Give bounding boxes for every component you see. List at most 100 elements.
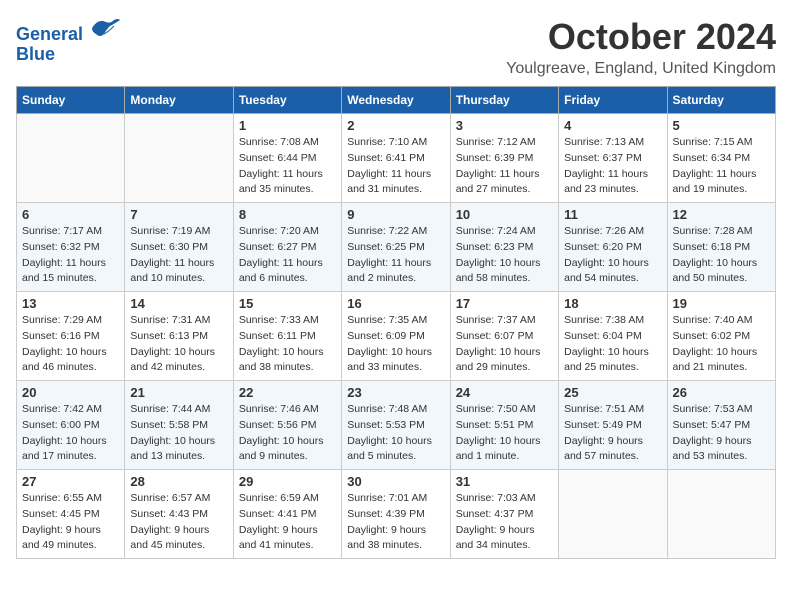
day-number: 26 [673, 385, 770, 400]
calendar-cell: 13Sunrise: 7:29 AMSunset: 6:16 PMDayligh… [17, 292, 125, 381]
calendar-week-row: 6 Sunrise: 7:17 AMSunset: 6:32 PMDaylight… [17, 203, 776, 292]
calendar-cell: 22 Sunrise: 7:46 AMSunset: 5:56 PMDayligh… [233, 381, 341, 470]
logo-bird-icon [90, 16, 120, 40]
day-number: 24 [456, 385, 553, 400]
calendar-cell: 11 Sunrise: 7:26 AMSunset: 6:20 PMDayligh… [559, 203, 667, 292]
day-detail: Sunrise: 7:48 AMSunset: 5:53 PMDaylight:… [347, 402, 444, 465]
day-detail: Sunrise: 7:35 AMSunset: 6:09 PMDaylight:… [347, 313, 444, 376]
calendar-cell: 14 Sunrise: 7:31 AMSunset: 6:13 PMDayligh… [125, 292, 233, 381]
day-detail: Sunrise: 6:59 AMSunset: 4:41 PMDaylight:… [239, 491, 336, 554]
calendar-cell: 21 Sunrise: 7:44 AMSunset: 5:58 PMDayligh… [125, 381, 233, 470]
day-detail: Sunrise: 7:10 AMSunset: 6:41 PMDaylight:… [347, 135, 444, 198]
calendar-cell: 17 Sunrise: 7:37 AMSunset: 6:07 PMDayligh… [450, 292, 558, 381]
calendar-cell: 26 Sunrise: 7:53 AMSunset: 5:47 PMDayligh… [667, 381, 775, 470]
calendar-cell: 19Sunrise: 7:40 AMSunset: 6:02 PMDayligh… [667, 292, 775, 381]
day-detail: Sunrise: 7:51 AMSunset: 5:49 PMDaylight:… [564, 402, 661, 465]
calendar-cell: 1 Sunrise: 7:08 AMSunset: 6:44 PMDaylight… [233, 114, 341, 203]
calendar-cell: 30Sunrise: 7:01 AMSunset: 4:39 PMDayligh… [342, 470, 450, 559]
calendar-cell: 12Sunrise: 7:28 AMSunset: 6:18 PMDayligh… [667, 203, 775, 292]
day-number: 27 [22, 474, 119, 489]
calendar-cell: 10 Sunrise: 7:24 AMSunset: 6:23 PMDayligh… [450, 203, 558, 292]
calendar-cell: 23 Sunrise: 7:48 AMSunset: 5:53 PMDayligh… [342, 381, 450, 470]
day-number: 10 [456, 207, 553, 222]
day-number: 31 [456, 474, 553, 489]
calendar-cell: 3 Sunrise: 7:12 AMSunset: 6:39 PMDaylight… [450, 114, 558, 203]
day-number: 22 [239, 385, 336, 400]
day-detail: Sunrise: 7:42 AMSunset: 6:00 PMDaylight:… [22, 402, 119, 465]
day-detail: Sunrise: 7:15 AMSunset: 6:34 PMDaylight:… [673, 135, 770, 198]
col-header-tuesday: Tuesday [233, 87, 341, 114]
col-header-friday: Friday [559, 87, 667, 114]
day-detail: Sunrise: 7:50 AMSunset: 5:51 PMDaylight:… [456, 402, 553, 465]
day-number: 30 [347, 474, 444, 489]
calendar-table: SundayMondayTuesdayWednesdayThursdayFrid… [16, 86, 776, 559]
day-number: 21 [130, 385, 227, 400]
calendar-week-row: 1 Sunrise: 7:08 AMSunset: 6:44 PMDaylight… [17, 114, 776, 203]
day-detail: Sunrise: 7:37 AMSunset: 6:07 PMDaylight:… [456, 313, 553, 376]
col-header-wednesday: Wednesday [342, 87, 450, 114]
logo-blue: Blue [16, 44, 55, 64]
day-detail: Sunrise: 7:12 AMSunset: 6:39 PMDaylight:… [456, 135, 553, 198]
calendar-cell: 2Sunrise: 7:10 AMSunset: 6:41 PMDaylight… [342, 114, 450, 203]
calendar-cell: 7 Sunrise: 7:19 AMSunset: 6:30 PMDaylight… [125, 203, 233, 292]
day-number: 15 [239, 296, 336, 311]
month-title: October 2024 [506, 16, 776, 58]
calendar-header-row: SundayMondayTuesdayWednesdayThursdayFrid… [17, 87, 776, 114]
calendar-cell: 8 Sunrise: 7:20 AMSunset: 6:27 PMDaylight… [233, 203, 341, 292]
day-number: 1 [239, 118, 336, 133]
day-number: 19 [673, 296, 770, 311]
calendar-cell: 29 Sunrise: 6:59 AMSunset: 4:41 PMDayligh… [233, 470, 341, 559]
day-number: 17 [456, 296, 553, 311]
day-number: 6 [22, 207, 119, 222]
calendar-cell: 27 Sunrise: 6:55 AMSunset: 4:45 PMDayligh… [17, 470, 125, 559]
day-detail: Sunrise: 7:46 AMSunset: 5:56 PMDaylight:… [239, 402, 336, 465]
day-number: 16 [347, 296, 444, 311]
logo: General Blue [16, 16, 120, 65]
day-number: 29 [239, 474, 336, 489]
day-detail: Sunrise: 7:03 AMSunset: 4:37 PMDaylight:… [456, 491, 553, 554]
col-header-saturday: Saturday [667, 87, 775, 114]
day-detail: Sunrise: 6:55 AMSunset: 4:45 PMDaylight:… [22, 491, 119, 554]
day-detail: Sunrise: 7:08 AMSunset: 6:44 PMDaylight:… [239, 135, 336, 198]
day-number: 3 [456, 118, 553, 133]
day-detail: Sunrise: 7:20 AMSunset: 6:27 PMDaylight:… [239, 224, 336, 287]
day-number: 23 [347, 385, 444, 400]
calendar-cell: 18 Sunrise: 7:38 AMSunset: 6:04 PMDayligh… [559, 292, 667, 381]
day-number: 13 [22, 296, 119, 311]
calendar-cell: 25Sunrise: 7:51 AMSunset: 5:49 PMDayligh… [559, 381, 667, 470]
calendar-cell: 20 Sunrise: 7:42 AMSunset: 6:00 PMDayligh… [17, 381, 125, 470]
calendar-week-row: 20 Sunrise: 7:42 AMSunset: 6:00 PMDayligh… [17, 381, 776, 470]
calendar-cell: 24 Sunrise: 7:50 AMSunset: 5:51 PMDayligh… [450, 381, 558, 470]
calendar-cell [125, 114, 233, 203]
col-header-thursday: Thursday [450, 87, 558, 114]
day-detail: Sunrise: 7:44 AMSunset: 5:58 PMDaylight:… [130, 402, 227, 465]
day-detail: Sunrise: 7:17 AMSunset: 6:32 PMDaylight:… [22, 224, 119, 287]
calendar-cell: 16 Sunrise: 7:35 AMSunset: 6:09 PMDayligh… [342, 292, 450, 381]
calendar-week-row: 13Sunrise: 7:29 AMSunset: 6:16 PMDayligh… [17, 292, 776, 381]
day-detail: Sunrise: 7:24 AMSunset: 6:23 PMDaylight:… [456, 224, 553, 287]
day-detail: Sunrise: 6:57 AMSunset: 4:43 PMDaylight:… [130, 491, 227, 554]
calendar-cell [559, 470, 667, 559]
day-detail: Sunrise: 7:28 AMSunset: 6:18 PMDaylight:… [673, 224, 770, 287]
day-number: 8 [239, 207, 336, 222]
day-detail: Sunrise: 7:38 AMSunset: 6:04 PMDaylight:… [564, 313, 661, 376]
calendar-week-row: 27 Sunrise: 6:55 AMSunset: 4:45 PMDayligh… [17, 470, 776, 559]
day-detail: Sunrise: 7:53 AMSunset: 5:47 PMDaylight:… [673, 402, 770, 465]
day-number: 4 [564, 118, 661, 133]
calendar-cell: 28Sunrise: 6:57 AMSunset: 4:43 PMDayligh… [125, 470, 233, 559]
day-detail: Sunrise: 7:13 AMSunset: 6:37 PMDaylight:… [564, 135, 661, 198]
day-detail: Sunrise: 7:19 AMSunset: 6:30 PMDaylight:… [130, 224, 227, 287]
day-detail: Sunrise: 7:31 AMSunset: 6:13 PMDaylight:… [130, 313, 227, 376]
day-number: 20 [22, 385, 119, 400]
col-header-monday: Monday [125, 87, 233, 114]
day-number: 18 [564, 296, 661, 311]
day-number: 11 [564, 207, 661, 222]
day-number: 7 [130, 207, 227, 222]
title-block: October 2024 Youlgreave, England, United… [506, 16, 776, 78]
calendar-cell: 9Sunrise: 7:22 AMSunset: 6:25 PMDaylight… [342, 203, 450, 292]
day-detail: Sunrise: 7:26 AMSunset: 6:20 PMDaylight:… [564, 224, 661, 287]
logo-general: General [16, 24, 83, 44]
day-number: 14 [130, 296, 227, 311]
page-header: General Blue October 2024 Youlgreave, En… [16, 16, 776, 78]
calendar-cell [17, 114, 125, 203]
